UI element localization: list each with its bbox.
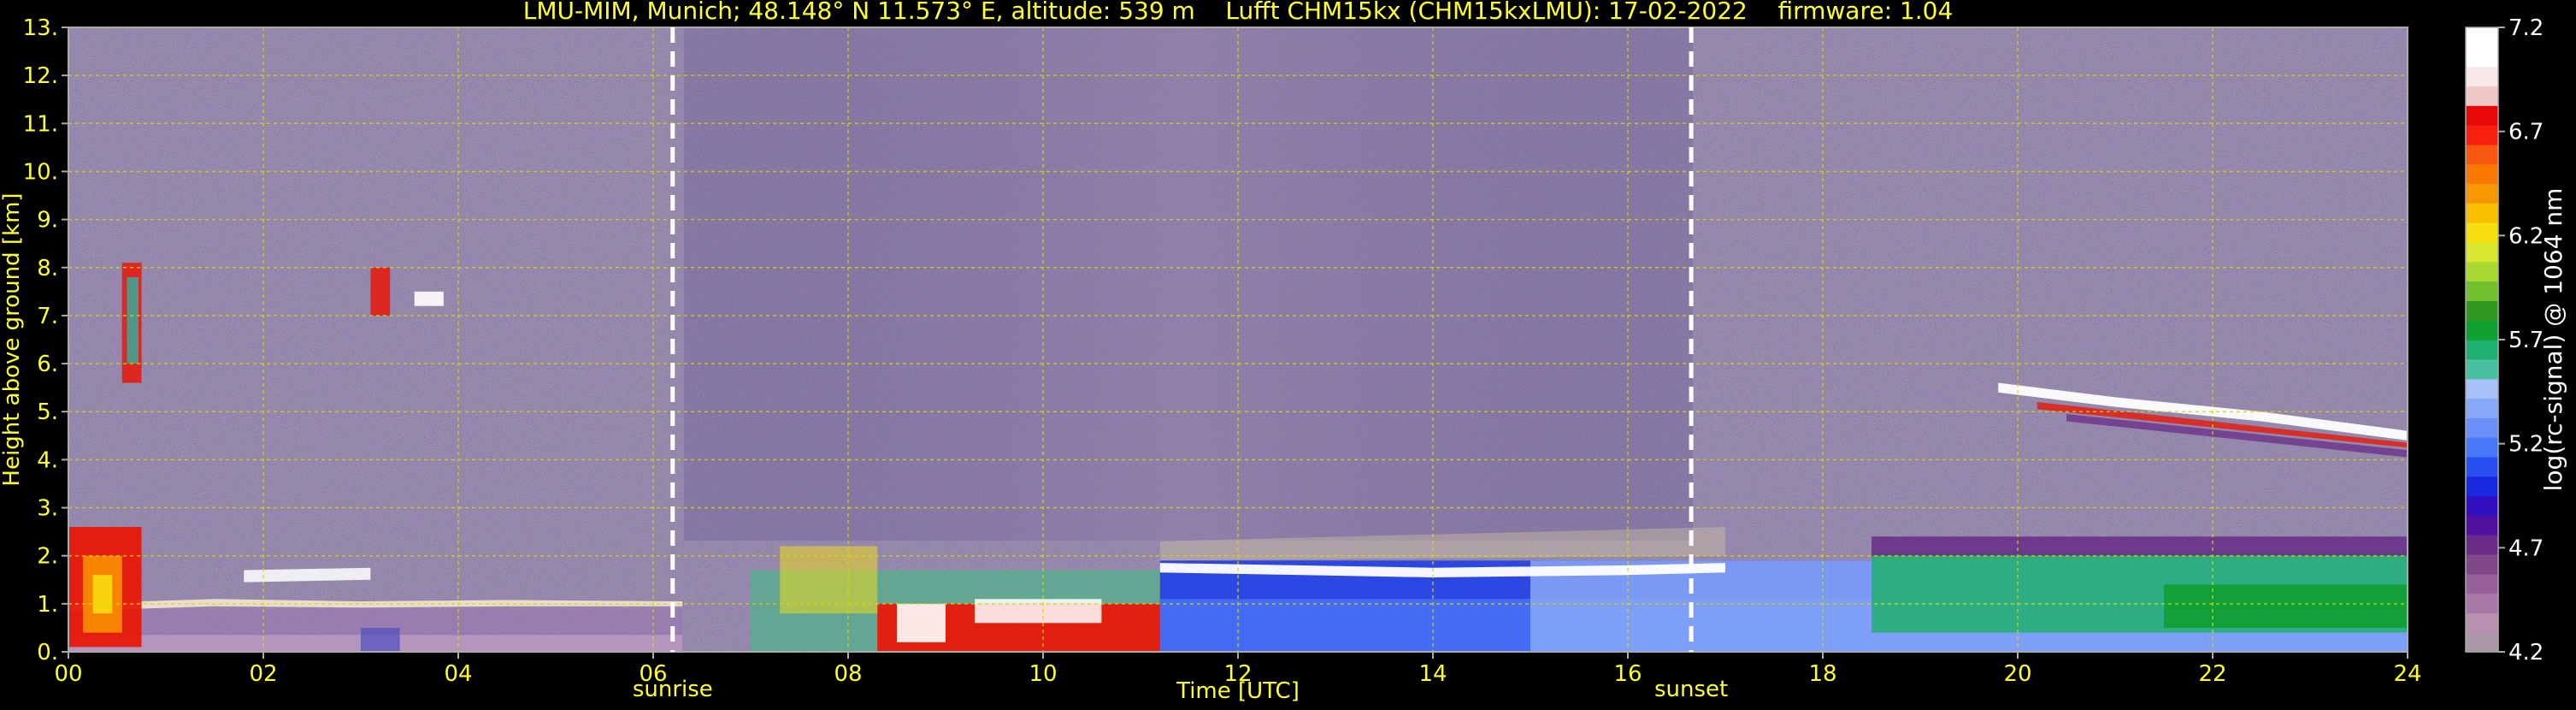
colorbar-segment <box>2466 86 2498 106</box>
colorbar-segment <box>2466 144 2498 165</box>
colorbar-label: log(rc-signal) @ 1064 nm <box>2539 188 2567 492</box>
x-tick-label: 16 <box>1613 661 1642 687</box>
daytime-noise-haze <box>684 27 1693 541</box>
cloud-small-red <box>370 267 391 316</box>
colorbar-segment <box>2466 125 2498 145</box>
colorbar-segment <box>2466 105 2498 126</box>
colorbar-segment <box>2466 553 2498 575</box>
colorbar-segment <box>2466 163 2498 185</box>
ceilometer-figure: LMU-MIM, Munich; 48.148° N 11.573° E, al… <box>0 0 2576 707</box>
y-tick-label: 2. <box>37 544 58 570</box>
colorbar-segment <box>2466 261 2498 282</box>
y-tick-label: 12. <box>23 63 58 89</box>
colorbar-tick-label: 4.2 <box>2508 640 2544 666</box>
colorbar-segment <box>2466 535 2498 555</box>
colorbar-segment <box>2466 398 2498 418</box>
y-tick-label: 4. <box>37 447 58 473</box>
y-tick-label: 9. <box>37 208 58 234</box>
y-tick-label: 13. <box>23 15 58 41</box>
y-axis-label: Height above ground [km] <box>0 192 25 486</box>
colorbar-tick-label: 6.7 <box>2508 120 2544 145</box>
colorbar-segment <box>2466 300 2498 321</box>
plot-area <box>68 27 2408 652</box>
aerosol-white-1 <box>897 603 946 642</box>
x-tick-label: 04 <box>444 661 472 687</box>
colorbar-segment <box>2466 456 2498 477</box>
colorbar-segment <box>2466 203 2498 223</box>
y-tick-label: 8. <box>37 256 58 281</box>
colorbar: 4.24.75.25.76.26.77.2 <box>2465 15 2544 666</box>
high-cloud-cyan <box>127 277 139 364</box>
x-tick-label: 06 <box>639 661 667 687</box>
colorbar-segment <box>2466 378 2498 399</box>
x-tick-label: 02 <box>249 661 277 687</box>
colorbar-segment <box>2466 46 2498 68</box>
colorbar-segment <box>2466 593 2498 613</box>
x-tick-label: 00 <box>54 661 82 687</box>
colorbar-segment <box>2466 437 2498 458</box>
sunset-label: sunset <box>1654 677 1728 702</box>
y-tick-label: 7. <box>37 304 58 329</box>
y-tick-labels: 0. 1. 2. 3. 4. 5. 6. 7. 8. 9. 10. 11. 12. 13. <box>23 15 68 666</box>
colorbar-segment <box>2466 241 2498 263</box>
x-tick-label: 10 <box>1029 661 1057 687</box>
cloud-column-yellow <box>92 575 113 614</box>
chart-title: LMU-MIM, Munich; 48.148° N 11.573° E, al… <box>523 0 1954 25</box>
colorbar-tick-label: 7.2 <box>2508 15 2544 41</box>
aerosol-patch <box>361 627 400 652</box>
x-tick-label: 20 <box>2003 661 2031 687</box>
y-tick-label: 0. <box>37 640 58 666</box>
colorbar-segment <box>2466 495 2498 516</box>
evening-aerosol-dark-green <box>2164 584 2408 628</box>
colorbar-segment <box>2466 632 2498 653</box>
cloud-small-white <box>414 291 444 306</box>
y-tick-label: 3. <box>37 496 58 522</box>
x-tick-label: 08 <box>834 661 862 687</box>
aerosol-white-2 <box>975 599 1102 624</box>
x-axis-label: Time [UTC] <box>1176 678 1300 704</box>
colorbar-segment <box>2466 183 2498 204</box>
x-tick-label: 24 <box>2393 661 2421 687</box>
y-tick-label: 10. <box>23 159 58 185</box>
x-tick-label: 22 <box>2198 661 2226 687</box>
colorbar-tick-label: 4.7 <box>2508 535 2544 561</box>
colorbar-segment <box>2466 66 2498 87</box>
colorbar-segment <box>2466 612 2498 633</box>
colorbar-segment <box>2466 222 2498 243</box>
backscatter-chart: LMU-MIM, Munich; 48.148° N 11.573° E, al… <box>0 0 2567 704</box>
colorbar-segment <box>2466 476 2498 497</box>
y-tick-label: 11. <box>23 111 58 137</box>
x-tick-label: 18 <box>1808 661 1836 687</box>
colorbar-segment <box>2466 340 2498 360</box>
colorbar-segment <box>2466 573 2498 595</box>
colorbar-segment <box>2466 417 2498 438</box>
y-tick-label: 1. <box>37 592 58 618</box>
evening-layer-purple <box>1872 536 2408 556</box>
x-tick-label: 14 <box>1418 661 1447 687</box>
colorbar-segment <box>2466 281 2498 301</box>
colorbar-segment <box>2466 515 2498 535</box>
y-tick-label: 6. <box>37 352 58 377</box>
colorbar-segment <box>2466 358 2498 380</box>
y-tick-label: 5. <box>37 399 58 425</box>
colorbar-segment <box>2466 27 2498 48</box>
colorbar-segment <box>2466 320 2498 340</box>
